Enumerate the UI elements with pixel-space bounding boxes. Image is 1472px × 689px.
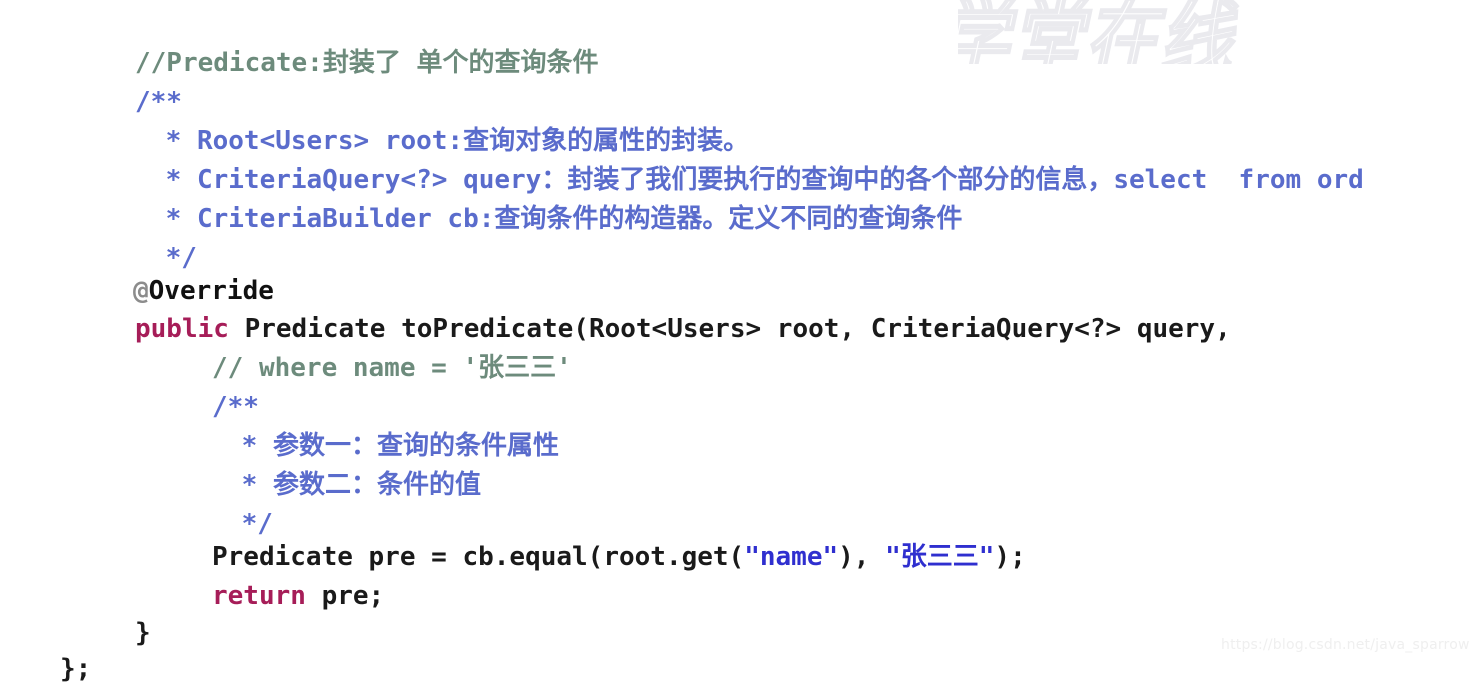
- line-where-comment[interactable]: // where name = '张三三': [212, 349, 572, 388]
- code-token-doc: /**: [135, 87, 182, 117]
- line-javadoc-criteriabuilder[interactable]: * CriteriaBuilder cb:查询条件的构造器。定义不同的查询条件: [150, 200, 963, 239]
- line-return[interactable]: return pre;: [212, 577, 384, 616]
- code-token-plain: };: [60, 654, 92, 684]
- code-token-string: "name": [744, 542, 839, 572]
- code-token-plain: );: [994, 542, 1026, 572]
- code-token-keyword: return: [212, 581, 306, 611]
- code-token-anno-at: @: [133, 276, 149, 306]
- line-javadoc-root[interactable]: * Root<Users> root:查询对象的属性的封装。: [150, 122, 749, 161]
- code-token-doc: * Root<Users> root:查询对象的属性的封装。: [150, 126, 750, 156]
- code-token-plain: Predicate toPredicate(Root<Users> root, …: [228, 314, 1231, 344]
- code-token-anno-name: Override: [148, 276, 274, 306]
- code-token-doc: * 参数一：查询的条件属性: [226, 431, 559, 461]
- line-inner-javadoc-param1[interactable]: * 参数一：查询的条件属性: [226, 427, 559, 466]
- line-inner-javadoc-param2[interactable]: * 参数二：条件的值: [226, 466, 481, 505]
- code-token-comment: // where name = '张三三': [212, 353, 572, 383]
- line-inner-javadoc-open[interactable]: /**: [212, 388, 259, 427]
- code-token-doc: /**: [212, 392, 259, 422]
- line-method-signature[interactable]: public Predicate toPredicate(Root<Users>…: [135, 310, 1231, 349]
- code-editor-surface[interactable]: //Predicate:封装了 单个的查询条件 /** * Root<Users>…: [0, 0, 1472, 684]
- code-token-plain: Predicate pre = cb.equal(root.get(: [212, 542, 745, 572]
- code-token-doc: * 参数二：条件的值: [226, 470, 481, 500]
- code-token-string: "张三三": [885, 542, 995, 572]
- code-token-keyword: public: [135, 314, 229, 344]
- code-token-doc: */: [226, 509, 273, 539]
- line-close-brace-semicolon[interactable]: };: [60, 650, 91, 689]
- code-token-plain: pre;: [305, 581, 385, 611]
- code-token-plain: ),: [838, 542, 886, 572]
- line-close-brace[interactable]: }: [135, 614, 151, 653]
- line-predicate-assignment[interactable]: Predicate pre = cb.equal(root.get("name"…: [212, 538, 1026, 577]
- line-javadoc-open[interactable]: /**: [135, 83, 182, 122]
- code-token-comment: //Predicate:封装了 单个的查询条件: [135, 48, 599, 78]
- line-predicate-comment[interactable]: //Predicate:封装了 单个的查询条件: [135, 44, 599, 83]
- code-token-plain: }: [135, 618, 151, 648]
- line-override-annotation[interactable]: @Override: [133, 272, 274, 311]
- code-token-doc: */: [150, 243, 197, 273]
- code-token-doc: * CriteriaBuilder cb:查询条件的构造器。定义不同的查询条件: [150, 204, 963, 234]
- code-token-doc: * CriteriaQuery<?> query：封装了我们要执行的查询中的各个…: [150, 165, 1364, 195]
- line-javadoc-criteriaquery[interactable]: * CriteriaQuery<?> query：封装了我们要执行的查询中的各个…: [150, 161, 1364, 200]
